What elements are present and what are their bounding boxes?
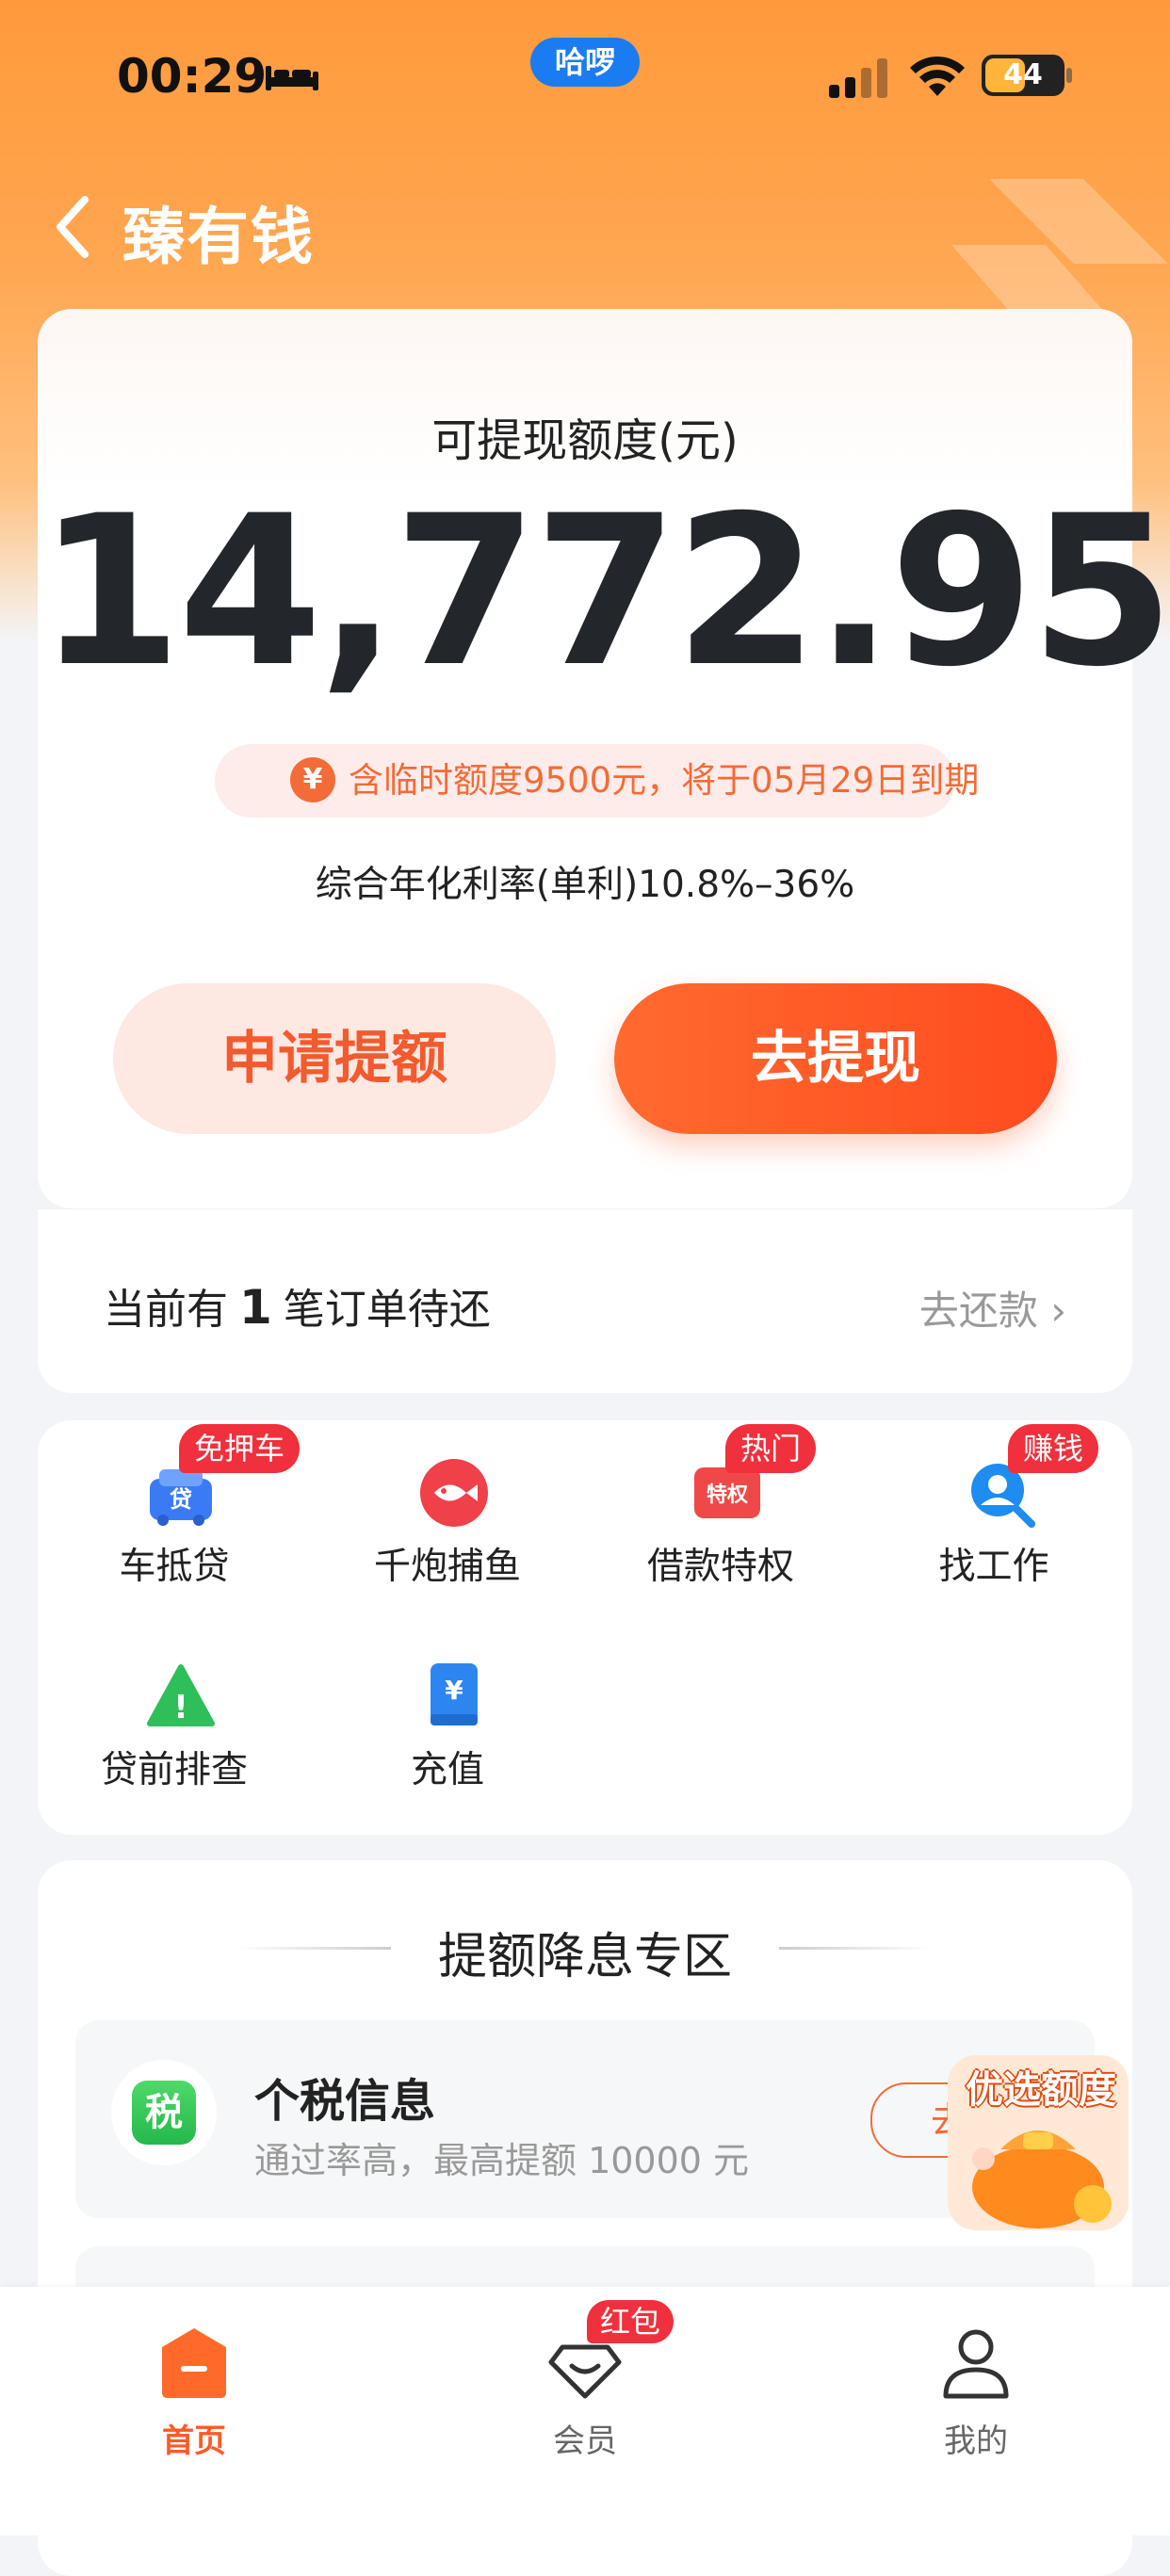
services-grid: 贷 车抵贷 免押车 千炮捕鱼 特权 借款特权 热门 找工作 赚钱 ! 贷前排查 … — [38, 1420, 1132, 1835]
fish-icon — [420, 1459, 488, 1527]
withdraw-button[interactable]: 去提现 — [614, 983, 1057, 1134]
profile-icon — [943, 2329, 1009, 2399]
service-label: 千炮捕鱼 — [373, 1546, 521, 1588]
temp-credit-notice-text: 含临时额度9500元，将于05月29日到期 — [349, 760, 980, 801]
service-tag: 赚钱 — [1008, 1424, 1099, 1473]
service-tag: 热门 — [725, 1424, 817, 1473]
divider — [779, 1947, 934, 1950]
service-label: 贷前排查 — [100, 1749, 248, 1791]
tab-label: 我的 — [944, 2422, 1008, 2460]
repay-link[interactable]: 去还款 › — [919, 1279, 1066, 1337]
service-label: 找工作 — [938, 1546, 1049, 1588]
tab-home[interactable]: 首页 — [119, 2325, 269, 2475]
svg-text:特权: 特权 — [707, 1482, 749, 1507]
warning-icon: ! — [147, 1664, 215, 1726]
service-label: 车抵贷 — [119, 1546, 230, 1588]
service-pre-loan-check[interactable]: ! 贷前排查 — [38, 1624, 311, 1812]
page-title: 臻有钱 — [122, 201, 315, 273]
wifi-icon — [910, 56, 965, 96]
svg-text:¥: ¥ — [445, 1675, 463, 1706]
tax-icon: 税 — [111, 2060, 217, 2165]
cellular-signal-icon — [829, 58, 887, 98]
svg-text:!: ! — [173, 1689, 188, 1726]
zone-title: 提额降息专区 — [437, 1929, 732, 1985]
app-indicator-pill: 哈啰 — [530, 38, 640, 87]
battery-icon: 44 — [982, 55, 1064, 96]
service-label: 充值 — [410, 1749, 484, 1791]
tab-profile[interactable]: 我的 — [901, 2325, 1051, 2475]
red-packet-badge: 红包 — [587, 2300, 674, 2343]
service-recharge[interactable]: ¥ 充值 — [311, 1624, 584, 1812]
pending-order-text: 当前有 1 笔订单待还 — [104, 1280, 491, 1335]
battery-level: 44 — [1003, 58, 1043, 91]
service-loan-privilege[interactable]: 特权 借款特权 — [584, 1420, 857, 1609]
back-arrow-icon[interactable] — [51, 194, 94, 260]
apply-increase-button[interactable]: 申请提额 — [113, 983, 556, 1134]
pending-order-count: 1 — [239, 1280, 272, 1335]
yen-icon: ¥ — [290, 757, 335, 802]
credit-card: 可提现额度(元) 14,772.95 ¥ 含临时额度9500元，将于05月29日… — [38, 309, 1170, 1208]
promo-label[interactable]: 优选额度 — [951, 2059, 1130, 2114]
interest-rate-text: 综合年化利率(单利)10.8%–36% — [315, 864, 855, 906]
svg-text:贷: 贷 — [170, 1486, 192, 1513]
recharge-icon: ¥ — [431, 1663, 478, 1725]
task-title: 个税信息 — [254, 2075, 436, 2128]
pending-order-row[interactable]: 当前有 1 笔订单待还 去还款 › — [38, 1208, 1132, 1393]
credit-label: 可提现额度(元) — [431, 414, 739, 467]
sleep-mode-icon — [266, 66, 318, 90]
tab-label: 首页 — [162, 2422, 226, 2460]
service-fishing-game[interactable]: 千炮捕鱼 — [311, 1420, 584, 1609]
service-tag: 免押车 — [179, 1424, 301, 1473]
tab-member[interactable]: 会员 — [510, 2325, 660, 2475]
credit-amount: 14,772.95 — [38, 471, 1170, 712]
status-bar: 00:29 哈啰 44 — [0, 0, 1170, 151]
bottom-tab-bar: 首页 会员 红包 我的 — [0, 2287, 1170, 2535]
tab-label: 会员 — [553, 2422, 617, 2460]
home-icon — [162, 2328, 226, 2398]
task-card-tax[interactable]: 税 个税信息 通过率高，最高提额 10000 元 去认 — [75, 2020, 1095, 2218]
service-label: 借款特权 — [646, 1546, 794, 1588]
chevron-right-icon: › — [1037, 1288, 1066, 1334]
header-decoration-icon — [951, 179, 1168, 320]
task-subtitle: 通过率高，最高提额 10000 元 — [254, 2140, 750, 2181]
status-time: 00:29 — [117, 49, 268, 104]
